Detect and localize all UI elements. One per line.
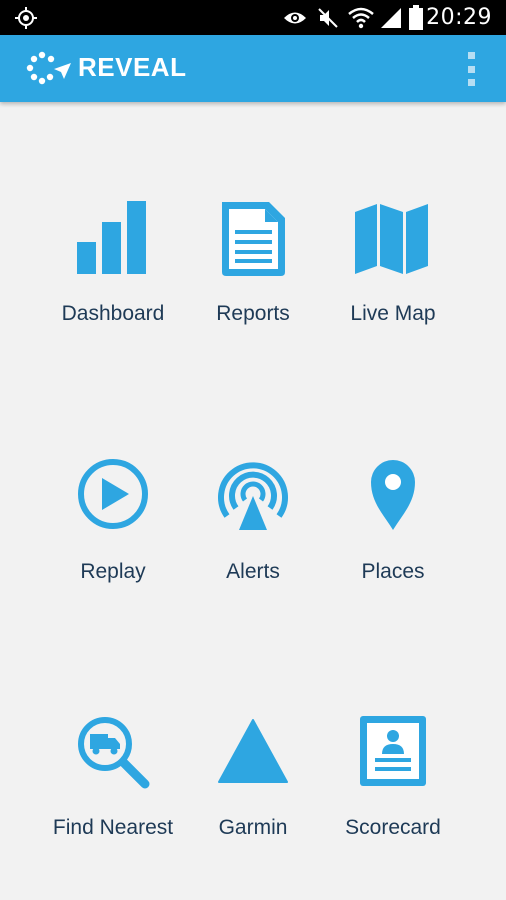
menu-item-live-map[interactable]: Live Map (318, 200, 468, 380)
mute-icon (316, 0, 340, 35)
triangle-icon (213, 714, 293, 794)
eye-icon (283, 0, 307, 35)
menu-item-label: Reports (216, 302, 290, 325)
signal-icon (380, 0, 402, 35)
battery-icon (408, 0, 424, 35)
app-bar: REVEAL (0, 35, 506, 102)
find-truck-icon (73, 714, 153, 794)
status-bar: 20:29 (0, 0, 506, 35)
location-pin-icon (353, 458, 433, 538)
menu-item-label: Scorecard (345, 816, 441, 839)
overflow-menu-icon[interactable] (464, 52, 478, 86)
bar-chart-icon (73, 200, 153, 280)
menu-item-replay[interactable]: Replay (38, 458, 188, 638)
menu-item-label: Live Map (350, 302, 436, 325)
menu-item-garmin[interactable]: Garmin (178, 714, 328, 894)
document-icon (213, 200, 293, 280)
menu-item-places[interactable]: Places (318, 458, 468, 638)
app-title: REVEAL (78, 52, 187, 82)
menu-item-dashboard[interactable]: Dashboard (38, 200, 188, 380)
menu-item-label: Alerts (226, 560, 280, 583)
menu-item-reports[interactable]: Reports (178, 200, 328, 380)
map-icon (353, 200, 433, 280)
menu-item-find-nearest[interactable]: Find Nearest (38, 714, 188, 894)
menu-item-scorecard[interactable]: Scorecard (318, 714, 468, 894)
menu-item-label: Dashboard (61, 302, 165, 325)
menu-item-label: Garmin (218, 816, 288, 839)
menu-item-alerts[interactable]: Alerts (178, 458, 328, 638)
scorecard-icon (353, 714, 433, 794)
reveal-logo-icon (26, 51, 72, 87)
gps-icon (14, 0, 38, 35)
alert-broadcast-icon (213, 458, 293, 538)
menu-item-label: Find Nearest (52, 816, 174, 839)
menu-grid: Dashboard Reports Live Map Replay Alerts… (0, 102, 506, 900)
menu-item-label: Places (361, 560, 425, 583)
play-icon (73, 458, 153, 538)
wifi-icon (348, 0, 374, 35)
status-time: 20:29 (426, 5, 492, 30)
menu-item-label: Replay (80, 560, 146, 583)
